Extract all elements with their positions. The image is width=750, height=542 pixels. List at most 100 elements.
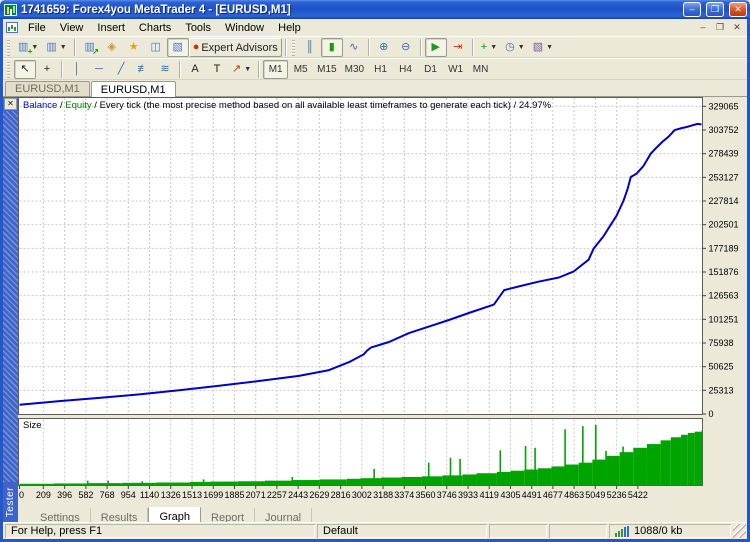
size-spike-bar (373, 468, 375, 485)
timeframe-W1[interactable]: W1 (443, 60, 468, 79)
toolbar-separator (367, 39, 370, 56)
timeframe-MN[interactable]: MN (468, 60, 493, 79)
line-chart-button[interactable]: ∿ (343, 38, 365, 57)
size-bars (660, 440, 671, 485)
toolbar-separator (284, 39, 287, 56)
x-tick-label: 582 (78, 490, 93, 500)
arrows-dropdown-icon[interactable]: ▼ (244, 66, 251, 73)
candlesticks-button[interactable]: ▮ (320, 38, 343, 57)
terminal-icon: ◫ (150, 41, 161, 53)
templates-dropdown-icon[interactable]: ▼ (546, 44, 553, 51)
toolbar-separator (258, 61, 261, 78)
chart-tab-0[interactable]: EURUSD,M1 (5, 81, 90, 96)
text-label-icon: T (213, 63, 221, 75)
templates-button[interactable]: ▧ ▼ (529, 38, 557, 57)
menu-view[interactable]: View (53, 21, 91, 35)
y-tick-label: 50625 (709, 362, 734, 372)
navigator-button[interactable]: ◈ (101, 38, 123, 57)
menu-tools[interactable]: Tools (178, 21, 218, 35)
horizontal-line-button[interactable]: ─ (88, 60, 110, 79)
toolbar-grip[interactable] (7, 61, 11, 78)
toolbar-separator (179, 61, 181, 78)
chart-window-tabs: EURUSD,M1 EURUSD,M1 (3, 80, 747, 97)
chart-shift-icon: ⇥ (453, 41, 463, 53)
mdi-minimize-button[interactable]: – (695, 21, 711, 34)
menu-file[interactable]: File (21, 21, 53, 35)
resize-grip[interactable] (733, 524, 746, 538)
size-bars (401, 476, 422, 485)
tester-strip-grip[interactable] (3, 111, 18, 482)
x-tick-label: 3933 (458, 490, 478, 500)
new-chart-dropdown-icon[interactable]: ▼ (31, 44, 38, 51)
market-watch-button[interactable]: ▥ ↗ (79, 38, 101, 57)
bar-chart-button[interactable]: ║ (299, 38, 321, 57)
vertical-line-button[interactable]: │ (66, 60, 88, 79)
strategy-tester-button[interactable]: ▧ (166, 38, 189, 57)
mdi-close-button[interactable]: ✕ (729, 21, 745, 34)
mdi-restore-button[interactable]: ❐ (712, 21, 728, 34)
menu-help[interactable]: Help (271, 21, 308, 35)
close-button[interactable]: ✕ (729, 2, 747, 17)
chart-shift-button[interactable]: ⇥ (447, 38, 469, 57)
size-bars (694, 431, 702, 485)
zoom-out-icon: ⊖ (401, 41, 411, 53)
text-button[interactable]: A (184, 60, 206, 79)
cursor-button[interactable]: ↖ (14, 60, 36, 79)
size-spike-bar (141, 481, 144, 485)
menu-charts[interactable]: Charts (132, 21, 178, 35)
trendline-button[interactable]: ╱ (110, 60, 132, 79)
new-chart-button[interactable]: ▥ + ▼ (14, 38, 42, 57)
size-bars (53, 483, 88, 485)
tester-close-icon[interactable]: ✕ (4, 98, 17, 110)
x-tick-label: 396 (57, 490, 72, 500)
navigator-icon: ◈ (107, 41, 116, 53)
zoom-in-icon: ⊕ (379, 41, 389, 53)
indicators-dropdown-icon[interactable]: ▼ (490, 44, 497, 51)
periods-dropdown-icon[interactable]: ▼ (518, 44, 525, 51)
y-tick-label: 25313 (709, 385, 734, 395)
toolbar-separator (73, 39, 76, 56)
crosshair-button[interactable]: + (36, 60, 58, 79)
x-tick-label: 1513 (182, 490, 202, 500)
indicators-button[interactable]: + ▼ (477, 38, 501, 57)
x-tick-label: 3560 (415, 490, 435, 500)
text-label-button[interactable]: T (206, 60, 228, 79)
toolbar-grip[interactable] (291, 39, 296, 56)
timeframe-D1[interactable]: D1 (418, 60, 443, 79)
toolbar-grip[interactable] (7, 39, 11, 56)
arrows-button[interactable]: ↗ ▼ (228, 60, 255, 79)
fibonacci-button[interactable]: ≢ (132, 60, 154, 79)
timeframe-H1[interactable]: H1 (368, 60, 393, 79)
chart-system-menu-icon[interactable] (6, 22, 18, 33)
size-bars (578, 462, 593, 485)
profiles-dropdown-icon[interactable]: ▼ (60, 44, 67, 51)
x-tick-label: 4863 (564, 490, 584, 500)
zoom-in-button[interactable]: ⊕ (373, 38, 395, 57)
legend-method: Every tick (the most precise method base… (99, 100, 511, 111)
menu-window[interactable]: Window (218, 21, 271, 35)
channels-button[interactable]: ≋ (154, 60, 176, 79)
timeframe-M15[interactable]: M15 (313, 60, 340, 79)
expert-advisors-button[interactable]: ● Expert Advisors (188, 38, 282, 57)
new-order-button[interactable]: ★ (123, 38, 145, 57)
size-bars (121, 482, 156, 485)
menu-insert[interactable]: Insert (90, 21, 132, 35)
profiles-button[interactable]: ▥ ▼ (42, 38, 70, 57)
terminal-button[interactable]: ◫ (145, 38, 167, 57)
timeframe-M30[interactable]: M30 (341, 60, 368, 79)
chart-tab-1[interactable]: EURUSD,M1 (90, 81, 176, 97)
size-bars (646, 444, 661, 485)
profiles-icon: ▥ (46, 41, 57, 53)
timeframe-M5[interactable]: M5 (288, 60, 313, 79)
periods-icon: ◷ (505, 41, 515, 53)
timeframe-M1[interactable]: M1 (263, 60, 289, 79)
legend-equity: Equity (65, 100, 92, 111)
size-spike-bar (582, 426, 584, 485)
periods-button[interactable]: ◷ ▼ (501, 38, 529, 57)
maximize-button[interactable]: ❐ (706, 2, 724, 17)
minimize-button[interactable]: – (683, 2, 701, 17)
auto-scroll-button[interactable]: ▶ (424, 38, 447, 57)
status-cell-empty-1 (489, 524, 547, 538)
timeframe-H4[interactable]: H4 (393, 60, 418, 79)
zoom-out-button[interactable]: ⊖ (395, 38, 417, 57)
